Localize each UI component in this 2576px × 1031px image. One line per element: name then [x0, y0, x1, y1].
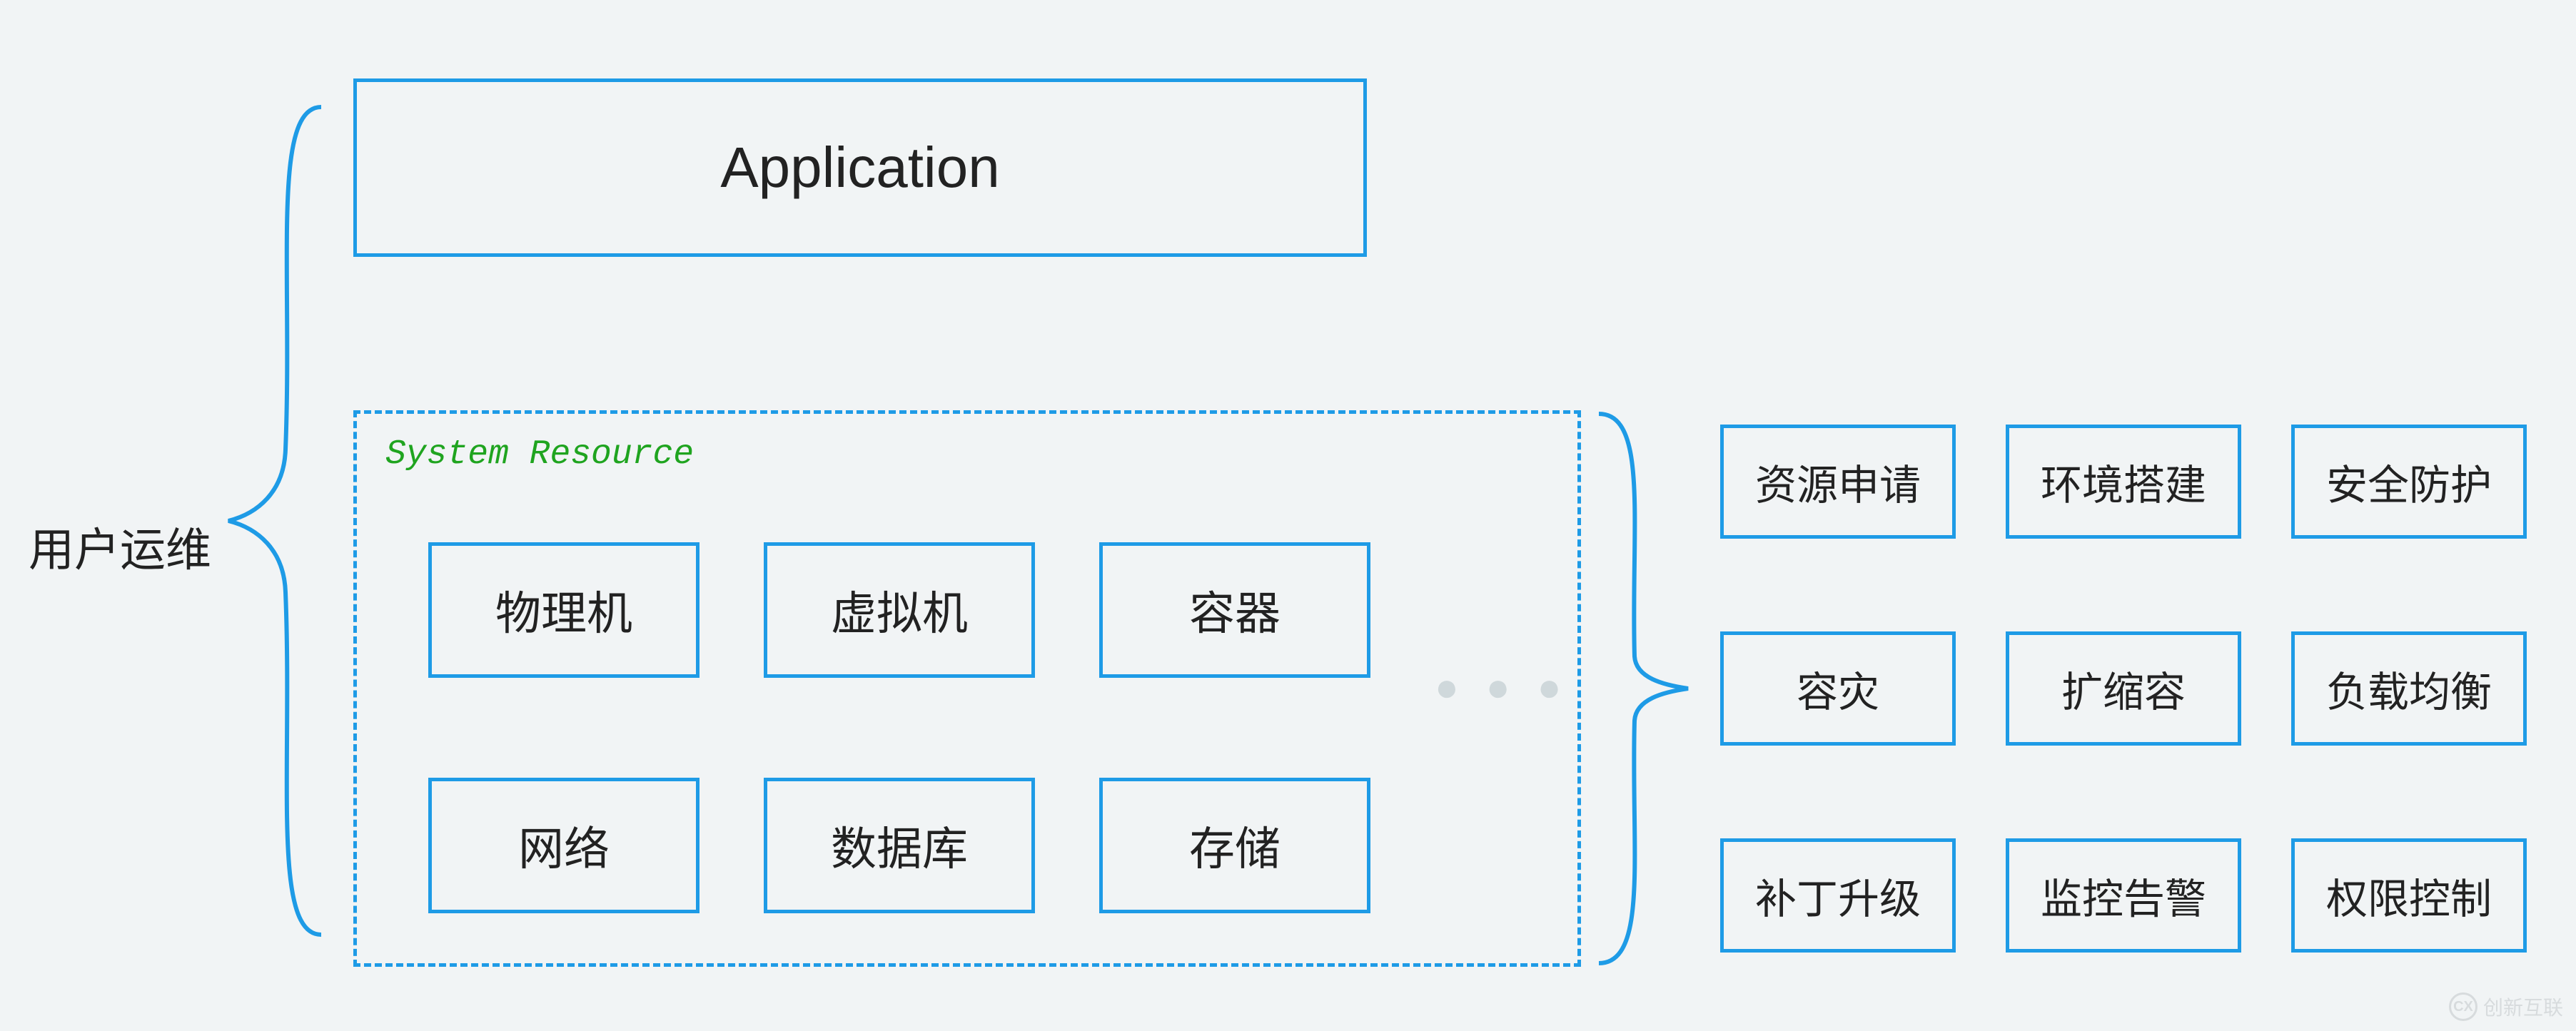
ops-box-load-balance: 负载均衡: [2291, 631, 2527, 746]
resource-box-database: 数据库: [764, 778, 1035, 913]
resource-box-container: 容器: [1099, 542, 1370, 678]
ops-box-resource-request: 资源申请: [1720, 425, 1956, 539]
ops-box-dr: 容灾: [1720, 631, 1956, 746]
resource-box-vm: 虚拟机: [764, 542, 1035, 678]
resource-box-storage: 存储: [1099, 778, 1370, 913]
watermark-text: 创新互联: [2483, 992, 2563, 1021]
ops-box-security: 安全防护: [2291, 425, 2527, 539]
ops-box-monitor: 监控告警: [2006, 838, 2241, 953]
resource-box-network: 网络: [428, 778, 699, 913]
ops-box-patch: 补丁升级: [1720, 838, 1956, 953]
resource-box-physical: 物理机: [428, 542, 699, 678]
ops-box-scaling: 扩缩容: [2006, 631, 2241, 746]
ops-box-env-setup: 环境搭建: [2006, 425, 2241, 539]
system-resource-label: System Resource: [385, 435, 694, 474]
watermark-icon: CX: [2449, 992, 2477, 1021]
application-box: Application: [353, 78, 1367, 257]
diagram-title: 用户运维: [29, 514, 211, 579]
ops-box-access: 权限控制: [2291, 838, 2527, 953]
ellipsis-icon: ● ● ●: [1435, 664, 1570, 710]
brace-right-ops: [1592, 400, 1699, 977]
watermark: CX 创新互联: [2449, 992, 2563, 1021]
brace-left-main: [221, 93, 343, 949]
